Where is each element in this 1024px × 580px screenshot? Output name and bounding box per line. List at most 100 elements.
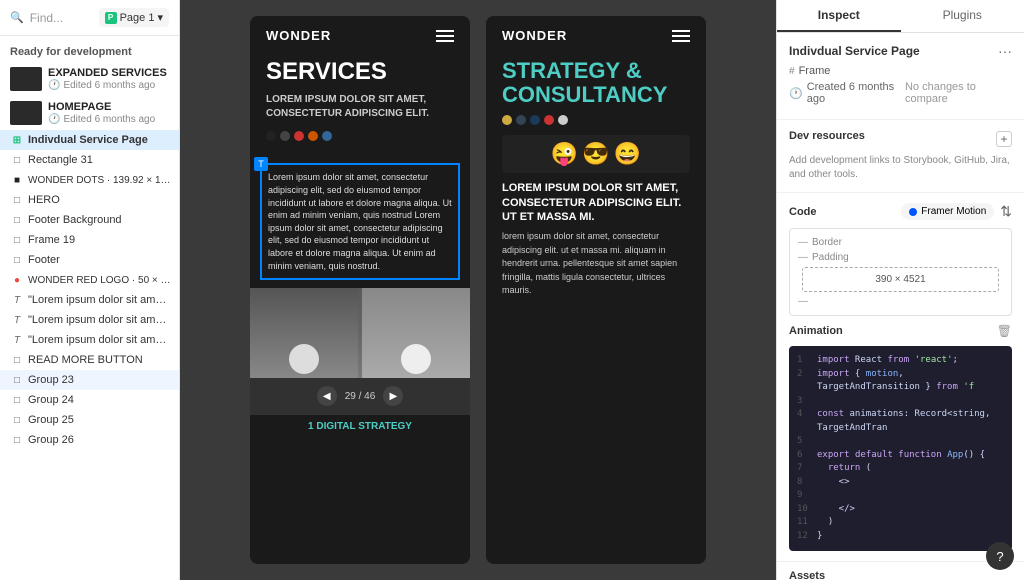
tree-label-group25: Group 25 [28,414,171,426]
sidebar-item-group25[interactable]: □ Group 25 [0,410,179,430]
strategy-title: STRATEGY &CONSULTANCY [502,59,690,107]
sidebar-item-hero[interactable]: □ HERO [0,190,179,210]
digital-strategy-label: 1 DIGITAL STRATEGY [250,414,470,438]
layer-expanded-services[interactable]: EXPANDED SERVICES 🕐 Edited 6 months ago [0,62,179,96]
sidebar-scroll: ⊞ Indivdual Service Page □ Rectangle 31 … [0,130,179,580]
code-line-9: 9 [797,489,1004,503]
more-options-icon[interactable]: ··· [998,43,1012,59]
layer-meta-expanded: 🕐 Edited 6 months ago [48,80,169,91]
right-panel: Inspect Plugins Indivdual Service Page ·… [776,0,1024,580]
frame-info-section: # Frame 🕐 Created 6 months ago No change… [777,59,1024,120]
border-box: — Border — Padding 390 × 4521 — [789,228,1012,316]
assets-label: Assets [777,562,1024,580]
clock-icon: 🕐 [48,80,60,91]
group24-icon: □ [10,393,24,407]
page-selector[interactable]: P Page 1 ▾ [99,8,169,27]
framer-dot [909,208,917,216]
layer-name-expanded: EXPANDED SERVICES [48,67,169,79]
clock-icon-2: 🕐 [48,114,60,125]
title-row: Indivdual Service Page ··· [777,33,1024,59]
strategy-section: STRATEGY &CONSULTANCY 😜 😎 😄 LOREM IPSUM … [486,51,706,310]
text-block-selected[interactable]: T Lorem ipsum dolor sit amet, consectetu… [260,163,460,280]
layer-homepage[interactable]: HOMEPAGE 🕐 Edited 6 months ago [0,96,179,130]
created-row: 🕐 Created 6 months ago No changes to com… [789,81,1012,105]
code-header: Code Framer Motion ⇅ [789,203,1012,220]
next-arrow[interactable]: ▶ [383,386,403,406]
code-line-2: 2 import { motion, TargetAndTransition }… [797,368,1004,395]
sidebar-item-wonder-red-logo[interactable]: ● WONDER RED LOGO · 50 × 52 [0,270,179,290]
cdot-1 [266,131,276,141]
help-button[interactable]: ? [986,542,1014,570]
sidebar-item-group24[interactable]: □ Group 24 [0,390,179,410]
cdot-4 [308,131,318,141]
tab-plugins[interactable]: Plugins [901,0,1024,32]
sidebar-item-group26[interactable]: □ Group 26 [0,430,179,450]
animation-header: Animation 🗑 [789,324,1012,338]
sidebar-item-lorem3[interactable]: T "Lorem ipsum dolor sit amet, ... [0,330,179,350]
services-desc: LOREM IPSUM DOLOR SIT AMET, CONSECTETUR … [266,93,454,121]
sidebar-item-read-more[interactable]: □ READ MORE BUTTON [0,350,179,370]
hamburger-menu-1[interactable] [436,30,454,42]
phone-header-2: WONDER [486,16,706,51]
framer-motion-label: Framer Motion [921,206,986,217]
color-dots-2 [502,115,690,125]
code-section: Code Framer Motion ⇅ — Border — Padding … [777,193,1024,562]
created-label: 🕐 Created 6 months ago [789,81,905,105]
sidebar-item-lorem1[interactable]: T "Lorem ipsum dolor sit amet, ... [0,290,179,310]
sidebar-item-group23[interactable]: □ Group 23 [0,370,179,390]
text-block-t-icon: T [254,157,268,171]
framer-badge[interactable]: Framer Motion [901,203,994,220]
code-line-8: 8 <> [797,476,1004,490]
frame-row: # Frame [789,65,1012,77]
sidebar-item-footer-bg[interactable]: □ Footer Background [0,210,179,230]
code-line-4: 4 const animations: Record<string, Targe… [797,408,1004,435]
phone-content-1: WONDER SERVICES LOREM IPSUM DOLOR SIT AM… [250,16,470,438]
tree-label-hero: HERO [28,194,171,206]
phone-frame-1: WONDER SERVICES LOREM IPSUM DOLOR SIT AM… [250,16,470,564]
cdot2-3 [530,115,540,125]
border-label: Border [812,237,842,248]
text-icon-2: T [10,313,24,327]
clock-icon-panel: 🕐 [789,87,803,100]
bottom-dash-row: — [798,296,1003,307]
add-dev-resource-button[interactable]: + [996,131,1012,147]
code-line-5: 5 [797,435,1004,449]
wonder-logo-2: WONDER [502,28,567,43]
footer-icon: □ [10,253,24,267]
sidebar: 🔍 Find... P Page 1 ▾ Ready for developme… [0,0,180,580]
read-more-icon: □ [10,353,24,367]
sidebar-header: 🔍 Find... P Page 1 ▾ [0,0,179,36]
layer-info-homepage: HOMEPAGE 🕐 Edited 6 months ago [48,101,169,125]
search-input[interactable]: Find... [30,11,93,25]
tree-label-rect31: Rectangle 31 [28,154,171,166]
dash-icon-3: — [798,296,808,307]
nav-count: 29 / 46 [345,391,376,402]
component-label: Indivdual Service Page [28,134,171,146]
tab-inspect[interactable]: Inspect [777,0,901,32]
group26-icon: □ [10,433,24,447]
cdot2-1 [502,115,512,125]
animation-label: Animation [789,325,843,337]
hero-icon: □ [10,193,24,207]
lorem-body-text: lorem ipsum dolor sit amet, consectetur … [502,230,690,298]
sidebar-item-frame19[interactable]: □ Frame 19 [0,230,179,250]
code-line-3: 3 [797,395,1004,409]
layer-thumb-homepage [10,101,42,125]
page-label: Page 1 [120,12,155,24]
phone-header-1: WONDER [250,16,470,51]
sidebar-item-footer[interactable]: □ Footer [0,250,179,270]
prev-arrow[interactable]: ◀ [317,386,337,406]
delete-animation-icon[interactable]: 🗑 [997,324,1012,338]
code-line-7: 7 return ( [797,462,1004,476]
sidebar-item-indivdual[interactable]: ⊞ Indivdual Service Page [0,130,179,150]
frame19-icon: □ [10,233,24,247]
code-options-icon[interactable]: ⇅ [1000,203,1012,220]
layer-meta-homepage: 🕐 Edited 6 months ago [48,114,169,125]
hamburger-menu-2[interactable] [672,30,690,42]
sidebar-item-lorem2[interactable]: T "Lorem ipsum dolor sit amet, c... [0,310,179,330]
sidebar-item-rectangle31[interactable]: □ Rectangle 31 [0,150,179,170]
tree-label-read-more: READ MORE BUTTON [28,354,171,366]
color-dots-1 [266,131,454,141]
sidebar-item-wonder-dots[interactable]: ■ WONDER DOTS · 139.92 × 16.3 [0,170,179,190]
layer-info-expanded: EXPANDED SERVICES 🕐 Edited 6 months ago [48,67,169,91]
